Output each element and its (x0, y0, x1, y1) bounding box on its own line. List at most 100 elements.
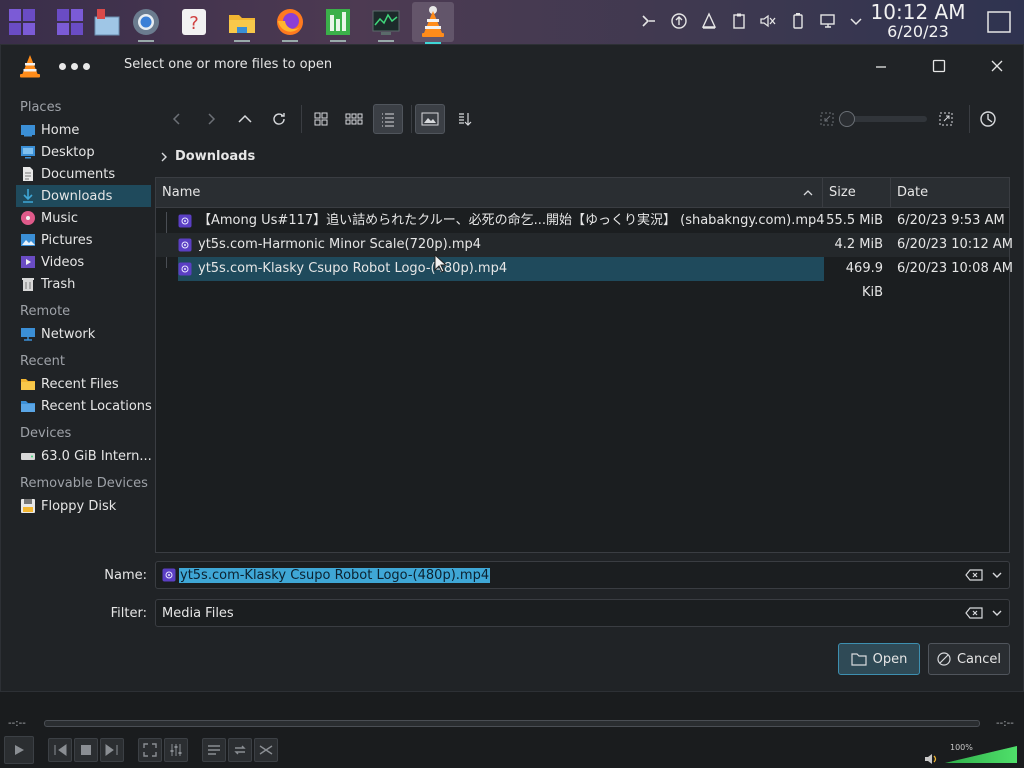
help-icon[interactable]: ? (176, 4, 212, 40)
kde-connect-icon[interactable] (638, 10, 660, 32)
volume-muted-icon[interactable] (757, 10, 779, 32)
clear-icon[interactable] (965, 567, 983, 583)
firefox-icon[interactable] (272, 4, 308, 42)
places-header: Places (20, 100, 62, 115)
title-bar[interactable]: Select one or more files to open (1, 45, 1023, 85)
up-button[interactable] (230, 104, 260, 134)
network-icon[interactable] (817, 10, 839, 32)
filter-field[interactable]: Media Files (155, 599, 1010, 627)
reload-button[interactable] (264, 104, 294, 134)
chevron-down-icon[interactable] (845, 10, 867, 32)
close-button[interactable] (986, 55, 1008, 77)
column-size[interactable]: Size (829, 178, 856, 208)
icons-view-button[interactable] (306, 104, 336, 134)
chevron-down-icon[interactable] (989, 567, 1005, 583)
clock-date: 6/20/23 (887, 22, 949, 41)
update-icon[interactable] (668, 10, 690, 32)
options-icon[interactable] (973, 104, 1003, 134)
column-name[interactable]: Name (162, 178, 200, 208)
vlc-icon[interactable] (412, 2, 454, 44)
places-panel: Places Home Desktop Documents Downloads … (1, 97, 153, 557)
place-internal-drive[interactable]: 63.0 GiB Intern... (1, 445, 153, 467)
place-downloads[interactable]: Downloads (16, 185, 151, 207)
zoom-out-icon[interactable] (812, 104, 842, 134)
playlist-button[interactable] (202, 738, 226, 762)
place-pictures[interactable]: Pictures (1, 229, 153, 251)
open-button[interactable]: Open (838, 643, 920, 675)
preview-button[interactable] (415, 104, 445, 134)
file-manager-icon[interactable] (224, 4, 260, 42)
vlc-tray-icon[interactable] (698, 10, 720, 32)
zoom-slider[interactable] (839, 111, 927, 127)
filter-label: Filter: (110, 606, 147, 621)
chevron-down-icon[interactable] (989, 605, 1005, 621)
compact-view-button[interactable] (339, 104, 369, 134)
place-desktop[interactable]: Desktop (1, 141, 153, 163)
name-label: Name: (104, 568, 147, 583)
remote-header: Remote (20, 304, 71, 319)
video-file-icon (178, 262, 192, 276)
spreadsheet-icon[interactable] (320, 4, 356, 42)
forward-button[interactable] (196, 104, 226, 134)
recent-locations-icon (20, 398, 36, 414)
seek-bar[interactable] (44, 720, 980, 727)
place-music[interactable]: Music (1, 207, 153, 229)
place-recent-files[interactable]: Recent Files (1, 373, 153, 395)
fullscreen-button[interactable] (138, 738, 162, 762)
shuffle-button[interactable] (254, 738, 278, 762)
speaker-icon[interactable] (924, 752, 940, 766)
pictures-icon (20, 232, 36, 248)
sort-button[interactable] (449, 104, 479, 134)
previous-button[interactable] (48, 738, 72, 762)
place-recent-locations[interactable]: Recent Locations (1, 395, 153, 417)
minimize-button[interactable] (870, 55, 892, 77)
maximize-button[interactable] (928, 55, 950, 77)
details-view-button[interactable] (373, 104, 403, 134)
clock[interactable]: 10:12 AM 6/20/23 (868, 2, 968, 42)
clock-time: 10:12 AM (870, 0, 966, 24)
peek-desktop-icon[interactable] (984, 8, 1014, 36)
volume-slider[interactable] (944, 744, 1018, 764)
play-button[interactable] (4, 736, 34, 764)
system-monitor-icon[interactable] (368, 4, 404, 42)
sort-ascending-icon[interactable] (802, 178, 822, 208)
place-home[interactable]: Home (1, 119, 153, 141)
cancel-button[interactable]: Cancel (928, 643, 1010, 675)
name-field[interactable]: yt5s.com-Klasky Csupo Robot Logo-(480p).… (155, 561, 1010, 589)
file-row[interactable]: 【Among Us#117】追い詰められたクルー、必死の命乞...開始【ゆっくり… (156, 209, 1009, 233)
total-time: --:-- (996, 718, 1014, 729)
column-date[interactable]: Date (897, 178, 928, 208)
file-list-header: Name Size Date (156, 178, 1009, 208)
chromium-icon[interactable] (128, 4, 164, 42)
more-options-icon[interactable] (59, 63, 90, 70)
videos-icon (20, 254, 36, 270)
back-button[interactable] (162, 104, 192, 134)
place-videos[interactable]: Videos (1, 251, 153, 273)
breadcrumb[interactable]: Downloads (159, 149, 255, 164)
place-documents[interactable]: Documents (1, 163, 153, 185)
zoom-slider-handle[interactable] (839, 111, 855, 127)
devices-header: Devices (20, 426, 72, 441)
file-row[interactable]: yt5s.com-Harmonic Minor Scale(720p).mp4 … (156, 233, 1013, 257)
download-icon (20, 188, 36, 204)
clear-icon[interactable] (965, 605, 983, 621)
pager-icon[interactable] (4, 4, 40, 40)
folder-open-icon (851, 653, 867, 666)
clipboard-icon[interactable] (728, 10, 750, 32)
battery-icon[interactable] (787, 10, 809, 32)
place-network[interactable]: Network (1, 323, 153, 345)
drive-icon (20, 448, 36, 464)
pager-icon[interactable] (52, 4, 88, 40)
breadcrumb-downloads[interactable]: Downloads (175, 149, 255, 164)
zoom-in-icon[interactable] (931, 104, 961, 134)
stop-button[interactable] (74, 738, 98, 762)
loop-button[interactable] (228, 738, 252, 762)
show-desktop-icon[interactable] (88, 4, 124, 40)
toolbar (161, 101, 1021, 137)
place-trash[interactable]: Trash (1, 273, 153, 295)
cancel-icon (937, 652, 951, 666)
file-row-selected[interactable]: yt5s.com-Klasky Csupo Robot Logo-(480p).… (156, 257, 1013, 300)
equalizer-button[interactable] (164, 738, 188, 762)
next-button[interactable] (100, 738, 124, 762)
place-floppy[interactable]: Floppy Disk (1, 495, 153, 517)
